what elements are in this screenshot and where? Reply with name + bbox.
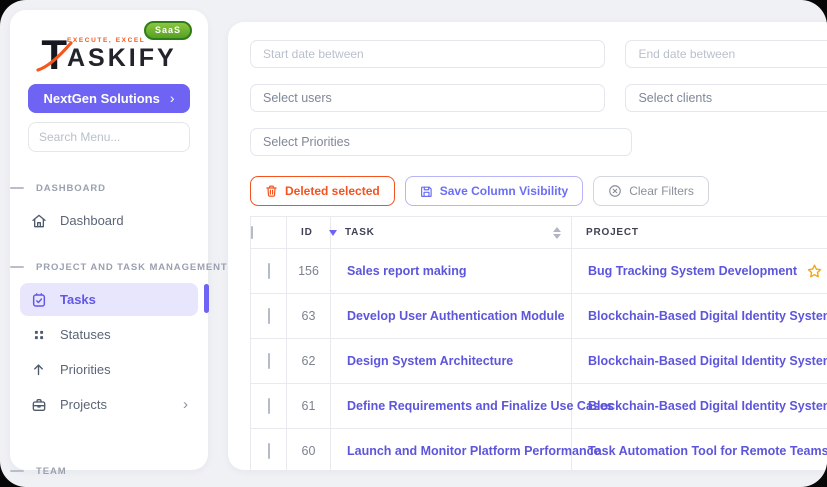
table-row: 61 Define Requirements and Finalize Use …	[251, 384, 827, 429]
section-dash-icon	[10, 470, 24, 472]
save-column-visibility-button[interactable]: Save Column Visibility	[405, 176, 583, 206]
table-row: 156 Sales report making Bug Tracking Sys…	[251, 249, 827, 294]
row-checkbox[interactable]	[268, 263, 270, 279]
save-icon	[420, 185, 433, 198]
active-item-indicator	[204, 284, 209, 313]
select-all-checkbox[interactable]	[251, 226, 253, 239]
section-dash-icon	[10, 266, 24, 268]
end-date-input[interactable]	[625, 40, 827, 68]
task-link[interactable]: Define Requirements and Finalize Use Cas…	[347, 399, 614, 413]
project-link[interactable]: Blockchain-Based Digital Identity System	[588, 354, 827, 368]
app-window: T EXECUTE, EXCEL ASKIFY SaaS NextGen Sol…	[0, 0, 827, 487]
section-dash-icon	[10, 187, 24, 189]
row-checkbox[interactable]	[268, 308, 270, 324]
main-content: Select users Select clients Select Prior…	[228, 22, 827, 470]
sidebar-item-priorities[interactable]: Priorities	[20, 353, 198, 386]
briefcase-icon	[30, 396, 47, 413]
table-header-row: ID TASK PROJECT	[251, 217, 827, 249]
taskify-logo: T EXECUTE, EXCEL ASKIFY SaaS	[34, 26, 184, 72]
project-link[interactable]: Task Automation Tool for Remote Teams	[588, 444, 827, 458]
sort-icon[interactable]	[553, 227, 561, 239]
row-checkbox[interactable]	[268, 443, 270, 459]
section-title-dashboard: DASHBOARD	[28, 180, 190, 196]
logo-wordmark: ASKIFY	[67, 46, 177, 71]
project-link[interactable]: Blockchain-Based Digital Identity System	[588, 309, 827, 323]
column-header-id: ID	[301, 227, 313, 238]
home-icon	[30, 212, 47, 229]
start-date-input[interactable]	[250, 40, 605, 68]
task-clipboard-icon	[30, 291, 47, 308]
workspace-label: NextGen Solutions	[44, 91, 160, 106]
column-header-project: PROJECT	[586, 227, 639, 238]
table-row: 63 Develop User Authentication Module Bl…	[251, 294, 827, 339]
select-priorities-dropdown[interactable]: Select Priorities	[250, 128, 632, 156]
chevron-right-icon: ›	[170, 90, 175, 106]
table-row: 60 Launch and Monitor Platform Performan…	[251, 429, 827, 471]
tasks-table: ID TASK PROJECT 156	[250, 216, 827, 470]
clear-filters-button[interactable]: Clear Filters	[593, 176, 709, 206]
sidebar-nav: DASHBOARD Dashboard PROJECT AND TASK MAN…	[28, 180, 190, 479]
save-column-visibility-label: Save Column Visibility	[440, 184, 568, 198]
delete-selected-label: Deleted selected	[285, 184, 380, 198]
project-link[interactable]: Blockchain-Based Digital Identity System	[588, 399, 827, 413]
logo-tagline: EXECUTE, EXCEL	[67, 37, 145, 44]
column-header-task: TASK	[345, 227, 375, 238]
task-link[interactable]: Launch and Monitor Platform Performance	[347, 444, 601, 458]
clear-circle-icon	[608, 184, 622, 198]
table-row: 62 Design System Architecture Blockchain…	[251, 339, 827, 384]
task-id: 60	[287, 429, 331, 471]
task-link[interactable]: Develop User Authentication Module	[347, 309, 565, 323]
favorite-star-icon[interactable]	[806, 263, 823, 280]
section-title-project-task: PROJECT AND TASK MANAGEMENT	[28, 259, 190, 275]
row-checkbox[interactable]	[268, 398, 270, 414]
grid-dots-icon	[30, 326, 47, 343]
delete-selected-button[interactable]: Deleted selected	[250, 176, 395, 206]
row-checkbox[interactable]	[268, 353, 270, 369]
task-link[interactable]: Sales report making	[347, 264, 467, 278]
project-link[interactable]: Bug Tracking System Development	[588, 264, 797, 278]
menu-search-input[interactable]	[28, 122, 190, 152]
select-users-dropdown[interactable]: Select users	[250, 84, 605, 112]
select-clients-dropdown[interactable]: Select clients	[625, 84, 827, 112]
clear-filters-label: Clear Filters	[629, 184, 694, 198]
saas-badge: SaaS	[144, 21, 192, 40]
workspace-switcher-button[interactable]: NextGen Solutions ›	[28, 84, 190, 113]
chevron-right-icon: ›	[183, 397, 188, 412]
sidebar-item-dashboard[interactable]: Dashboard	[20, 204, 198, 237]
task-link[interactable]: Design System Architecture	[347, 354, 513, 368]
sidebar-item-projects[interactable]: Projects ›	[20, 388, 198, 421]
logo-letter-t: T	[41, 38, 67, 72]
sidebar-item-tasks[interactable]: Tasks	[20, 283, 198, 316]
sidebar-item-label: Projects	[60, 397, 107, 412]
sort-desc-icon[interactable]	[329, 230, 337, 236]
table-toolbar: Deleted selected Save Column Visibility …	[250, 176, 827, 206]
sidebar-item-label: Dashboard	[60, 213, 124, 228]
sidebar-item-label: Statuses	[60, 327, 111, 342]
section-title-team: TEAM	[28, 463, 190, 479]
sidebar-item-label: Tasks	[60, 292, 96, 307]
task-id: 63	[287, 294, 331, 339]
sidebar-item-statuses[interactable]: Statuses	[20, 318, 198, 351]
task-id: 156	[287, 249, 331, 294]
sidebar: T EXECUTE, EXCEL ASKIFY SaaS NextGen Sol…	[10, 10, 208, 470]
task-id: 62	[287, 339, 331, 384]
sidebar-item-label: Priorities	[60, 362, 111, 377]
task-id: 61	[287, 384, 331, 429]
arrow-up-icon	[30, 361, 47, 378]
trash-icon	[265, 184, 278, 198]
